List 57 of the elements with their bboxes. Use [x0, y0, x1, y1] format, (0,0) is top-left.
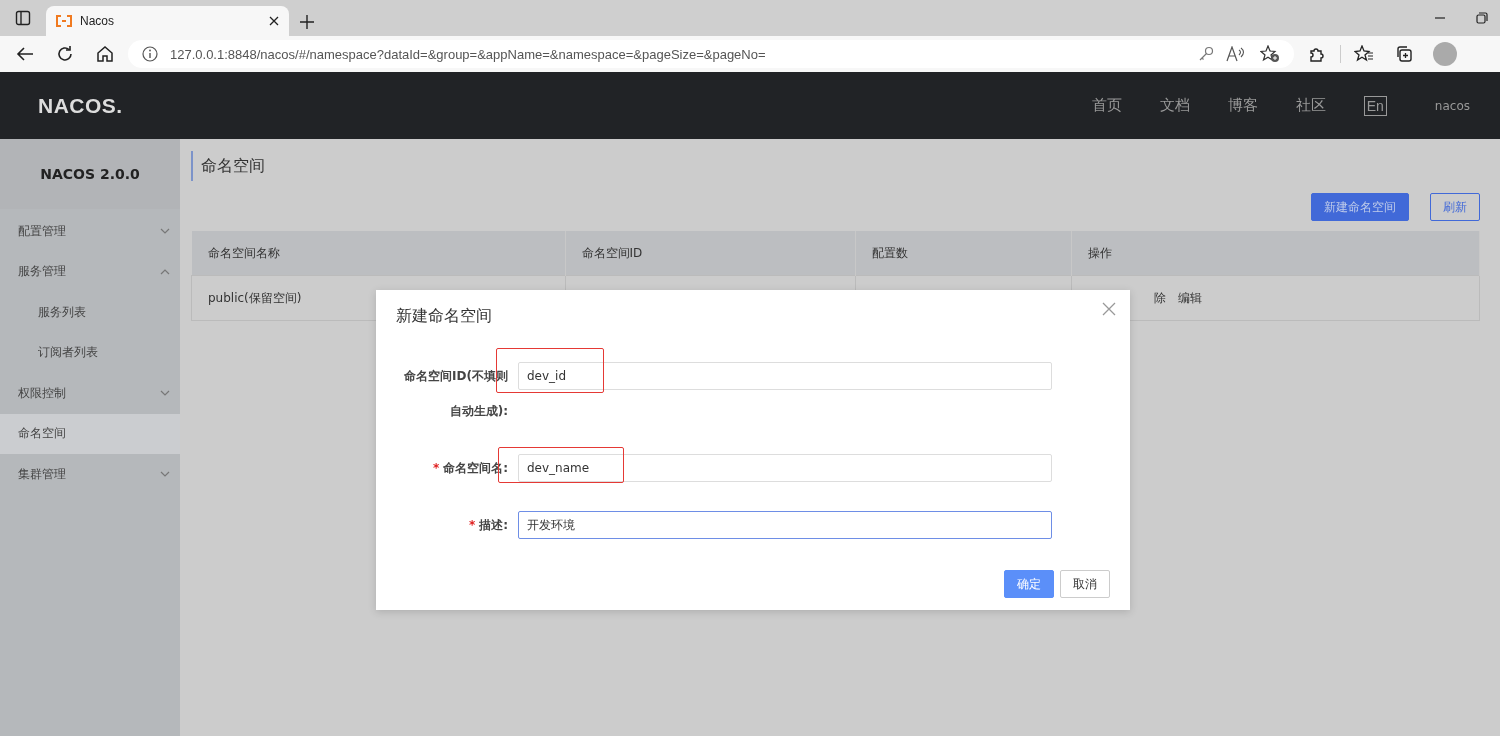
back-arrow-icon	[16, 46, 34, 62]
chevron-down-icon	[160, 228, 170, 235]
action-link[interactable]: 除	[1153, 290, 1166, 305]
nav-link[interactable]: 首页	[1091, 96, 1122, 115]
page-title: 命名空间	[191, 151, 265, 181]
nav-link[interactable]: 文档	[1159, 96, 1190, 115]
sidebar-item[interactable]: 权限控制	[0, 373, 180, 414]
chevron-down-icon	[160, 471, 170, 478]
restore-icon	[1476, 12, 1488, 24]
sidebar-subitem[interactable]: 服务列表	[0, 292, 180, 333]
text-field[interactable]: dev_id	[518, 362, 1052, 390]
chevron-down-icon	[160, 390, 170, 397]
nav-link[interactable]: 社区	[1295, 96, 1326, 115]
close-icon	[1102, 302, 1116, 316]
required-mark: *	[468, 518, 476, 532]
refresh-button[interactable]: 刷新	[1430, 193, 1480, 221]
restore-button[interactable]	[1474, 10, 1490, 26]
info-icon[interactable]	[142, 46, 158, 62]
close-button[interactable]	[1102, 302, 1116, 316]
create-namespace-button[interactable]: 新建命名空间	[1311, 193, 1409, 221]
favorite-add-icon[interactable]	[1260, 45, 1280, 63]
sidebar-item[interactable]: 服务管理	[0, 251, 180, 292]
sidebar-subitem[interactable]: 订阅者列表	[0, 332, 180, 373]
sidebar-item[interactable]: 命名空间	[0, 413, 180, 454]
sidebar-item[interactable]: 配置管理	[0, 211, 180, 252]
confirm-button[interactable]: 确定	[1004, 570, 1054, 598]
chevron-up-icon	[160, 268, 170, 275]
username[interactable]: nacos	[1434, 98, 1470, 113]
nacos-logo[interactable]: NACOS.	[38, 93, 123, 118]
favicon-icon	[56, 15, 72, 27]
cancel-button[interactable]: 取消	[1060, 570, 1110, 598]
action-link[interactable]: 编辑	[1177, 290, 1202, 305]
browser-tab[interactable]: Nacos	[46, 6, 289, 36]
collections-icon	[1395, 45, 1413, 63]
plus-icon	[299, 14, 315, 30]
sidebar-item[interactable]: 集群管理	[0, 454, 180, 495]
puzzle-icon	[1308, 45, 1326, 63]
text-field[interactable]: 开发环境	[518, 511, 1052, 539]
url-text: 127.0.0.1:8848/nacos/#/namespace?dataId=&group=&appName=&namespace=&pageSize=&pageNo=	[170, 46, 767, 62]
field-label-text: 描述:	[479, 518, 508, 532]
required-mark: *	[432, 461, 440, 475]
tab-panel-icon[interactable]	[15, 10, 31, 26]
key-icon[interactable]	[1198, 46, 1214, 62]
home-icon	[96, 45, 114, 63]
column-header: 操作	[1071, 231, 1480, 276]
star-list-icon	[1354, 45, 1374, 63]
sidebar-title: NACOS 2.0.0	[0, 139, 180, 209]
text-field[interactable]: dev_name	[518, 454, 1052, 482]
column-header: 配置数	[855, 231, 1071, 276]
reload-icon	[56, 45, 74, 63]
column-header: 命名空间名称	[191, 231, 565, 276]
nav-link[interactable]: 博客	[1227, 96, 1258, 115]
language-button[interactable]: En	[1363, 95, 1387, 116]
new-tab-button[interactable]	[297, 12, 317, 32]
close-icon[interactable]	[269, 16, 279, 26]
address-bar[interactable]: 127.0.0.1:8848/nacos/#/namespace?dataId=&group=&appName=&namespace=&pageSize=&pageNo=	[128, 40, 1294, 68]
column-header: 命名空间ID	[565, 231, 855, 276]
